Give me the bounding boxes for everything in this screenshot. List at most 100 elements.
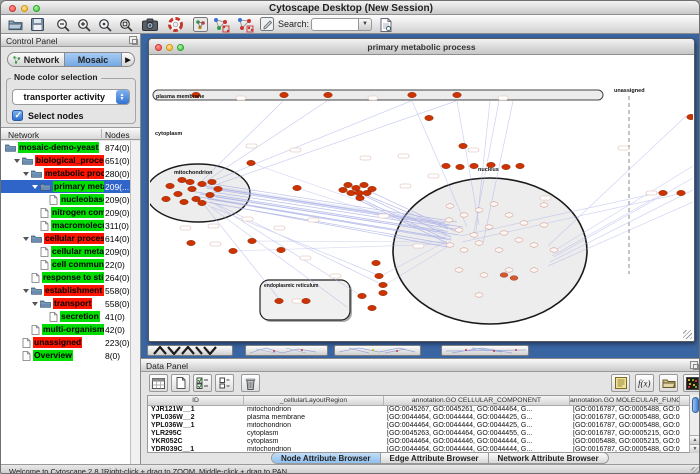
tree-row[interactable]: cellular metabo209(0): [1, 245, 130, 258]
tree-row[interactable]: macromolecule311(0): [1, 219, 130, 232]
unselect-all-attributes-icon[interactable]: [215, 374, 234, 392]
file-icon: [31, 273, 40, 283]
expand-arrow-icon[interactable]: [14, 159, 20, 163]
tree-row[interactable]: nucleobase-209(0): [1, 193, 130, 206]
node-color-dropdown[interactable]: transporter activity ▲▼: [12, 89, 130, 105]
minimized-window-2[interactable]: [245, 345, 328, 356]
table-row[interactable]: YPL036W__2 plasma membrane [GO:0044464, …: [148, 414, 694, 422]
tree-row-label: primary metabo: [53, 181, 104, 192]
tab-mosaic[interactable]: Mosaic: [64, 53, 121, 66]
column-header[interactable]: _cellularLayoutRegion: [244, 396, 384, 405]
select-nodes-checkbox[interactable]: [12, 110, 23, 121]
search-dropdown-button[interactable]: ▼: [359, 18, 372, 31]
layout-nodes-a-icon[interactable]: [213, 16, 230, 33]
search-input[interactable]: [311, 18, 359, 31]
expand-arrow-icon[interactable]: [23, 237, 29, 241]
select-nodes-label: Select nodes: [28, 111, 84, 121]
tab-overflow-button[interactable]: ▶: [121, 53, 134, 66]
minimized-window-3[interactable]: [334, 345, 421, 356]
column-header[interactable]: annotation.GO MOLECULAR_FUNCTION: [570, 396, 680, 405]
tree-row[interactable]: cellular process614(0): [1, 232, 130, 245]
tree-row[interactable]: transport558(0): [1, 297, 130, 310]
vizmapper-icon[interactable]: [192, 16, 209, 33]
delete-attribute-trash-icon[interactable]: [241, 374, 260, 392]
file-icon: [49, 312, 58, 322]
tab-edge-attribute-browser[interactable]: Edge Attribute Browser: [381, 453, 489, 463]
control-panel-title: Control Panel: [6, 36, 58, 46]
tree-row[interactable]: multi-organism pro42(0): [1, 323, 130, 336]
expand-arrow-icon[interactable]: [32, 302, 38, 306]
tree-header-nodes: Nodes: [105, 130, 130, 140]
tree-row[interactable]: metabolic process280(0): [1, 167, 130, 180]
cell-function: [GO:0016787, GO:0005488, GO:0005215, G..…: [570, 422, 680, 430]
column-header[interactable]: ID: [148, 396, 244, 405]
attribute-matrix-icon[interactable]: [683, 374, 700, 392]
network-canvas[interactable]: plasma membrane cytoplasm mitochondrion …: [150, 56, 693, 342]
new-attribute-icon[interactable]: [171, 374, 190, 392]
float-panel-icon[interactable]: [690, 361, 698, 369]
tree-row[interactable]: secretion41(0): [1, 310, 130, 323]
open-session-icon[interactable]: [7, 16, 24, 33]
tree-row-count: 41(0): [105, 312, 125, 322]
network-window-titlebar[interactable]: primary metabolic process: [149, 39, 694, 55]
attribute-list-icon[interactable]: [611, 374, 630, 392]
tree-row-selected[interactable]: primary metabo209(...: [1, 180, 130, 193]
minimized-window-1[interactable]: [147, 345, 233, 356]
scrollbar-thumb[interactable]: [692, 397, 699, 413]
tree-row[interactable]: establishment of lo558(0): [1, 284, 130, 297]
folder-icon: [31, 234, 42, 243]
select-all-attributes-icon[interactable]: [193, 374, 212, 392]
table-row[interactable]: YPL036W__1 mitochondrion [GO:0044464, GO…: [148, 422, 694, 430]
tab-network-attribute-browser[interactable]: Network Attribute Browser: [489, 453, 608, 463]
zoom-selected-icon[interactable]: [117, 16, 134, 33]
tab-mosaic-label: Mosaic: [78, 55, 109, 65]
table-row[interactable]: YLR295C cytoplasm [GO:0045263, GO:004446…: [148, 430, 694, 438]
table-scrollbar[interactable]: ▲ ▼: [689, 395, 700, 453]
zoom-out-icon[interactable]: [54, 16, 71, 33]
window-resize-grip[interactable]: [691, 467, 700, 474]
table-row[interactable]: YKR052C cytoplasm [GO:0044464, GO:004444…: [148, 438, 694, 446]
network-tab-icon: [13, 56, 21, 64]
tree-row[interactable]: response to stimulu264(0): [1, 271, 130, 284]
cell-id: YJR121W__1: [148, 406, 244, 414]
tree-row[interactable]: unassigned223(0): [1, 336, 130, 349]
network-graph[interactable]: plasma membrane cytoplasm mitochondrion …: [150, 56, 693, 342]
tree-row[interactable]: Overview8(0): [1, 349, 130, 362]
annotation-icon[interactable]: [259, 16, 276, 33]
tree-row-count: 280(0): [105, 169, 130, 179]
minimized-window-4[interactable]: [441, 345, 529, 356]
zoom-in-icon[interactable]: [75, 16, 92, 33]
folder-icon: [22, 156, 33, 165]
layout-nodes-b-icon[interactable]: [237, 16, 254, 33]
scroll-up-arrow-icon[interactable]: ▲: [690, 435, 700, 444]
cell-function: [GO:0016787, GO:0005488, GO:0005215, G..…: [570, 414, 680, 422]
plasma-membrane-label: plasma membrane: [156, 94, 204, 100]
search-document-icon[interactable]: [377, 16, 394, 33]
network-window-resize-grip[interactable]: [683, 330, 692, 339]
expand-arrow-icon[interactable]: [23, 172, 29, 176]
app-title: Cytoscape Desktop (New Session): [1, 3, 700, 14]
scroll-down-arrow-icon[interactable]: ▼: [690, 444, 700, 453]
help-lifesaver-icon[interactable]: [167, 16, 184, 33]
zoom-fit-icon[interactable]: [96, 16, 113, 33]
expand-arrow-icon[interactable]: [23, 289, 29, 293]
tree-row[interactable]: nitrogen compo209(0): [1, 206, 130, 219]
tree-row[interactable]: biological_process651(0): [1, 154, 130, 167]
tree-row-label: transport: [53, 298, 92, 309]
tree-scrollbar[interactable]: [130, 141, 140, 464]
save-session-icon[interactable]: [29, 16, 46, 33]
network-view-window[interactable]: primary metabolic process: [148, 38, 695, 342]
tab-node-attribute-browser[interactable]: Node Attribute Browser: [272, 453, 381, 463]
formula-builder-icon[interactable]: f(x): [635, 374, 654, 392]
table-row[interactable]: YJR121W__1 mitochondrion [GO:0045267, GO…: [148, 406, 694, 414]
tree-row[interactable]: mosaic-demo-yeast874(0): [1, 141, 130, 154]
column-header[interactable]: annotation.GO CELLULAR_COMPONENT: [384, 396, 570, 405]
tree-row[interactable]: cell communicat22(0): [1, 258, 130, 271]
cell-region: plasma membrane: [244, 414, 384, 422]
expand-arrow-icon[interactable]: [32, 185, 38, 189]
snapshot-camera-icon[interactable]: [141, 16, 158, 33]
float-panel-icon[interactable]: [129, 36, 137, 44]
attribute-table-icon[interactable]: [149, 374, 168, 392]
tab-network[interactable]: Network: [8, 53, 64, 66]
import-attributes-folder-icon[interactable]: [659, 374, 678, 392]
